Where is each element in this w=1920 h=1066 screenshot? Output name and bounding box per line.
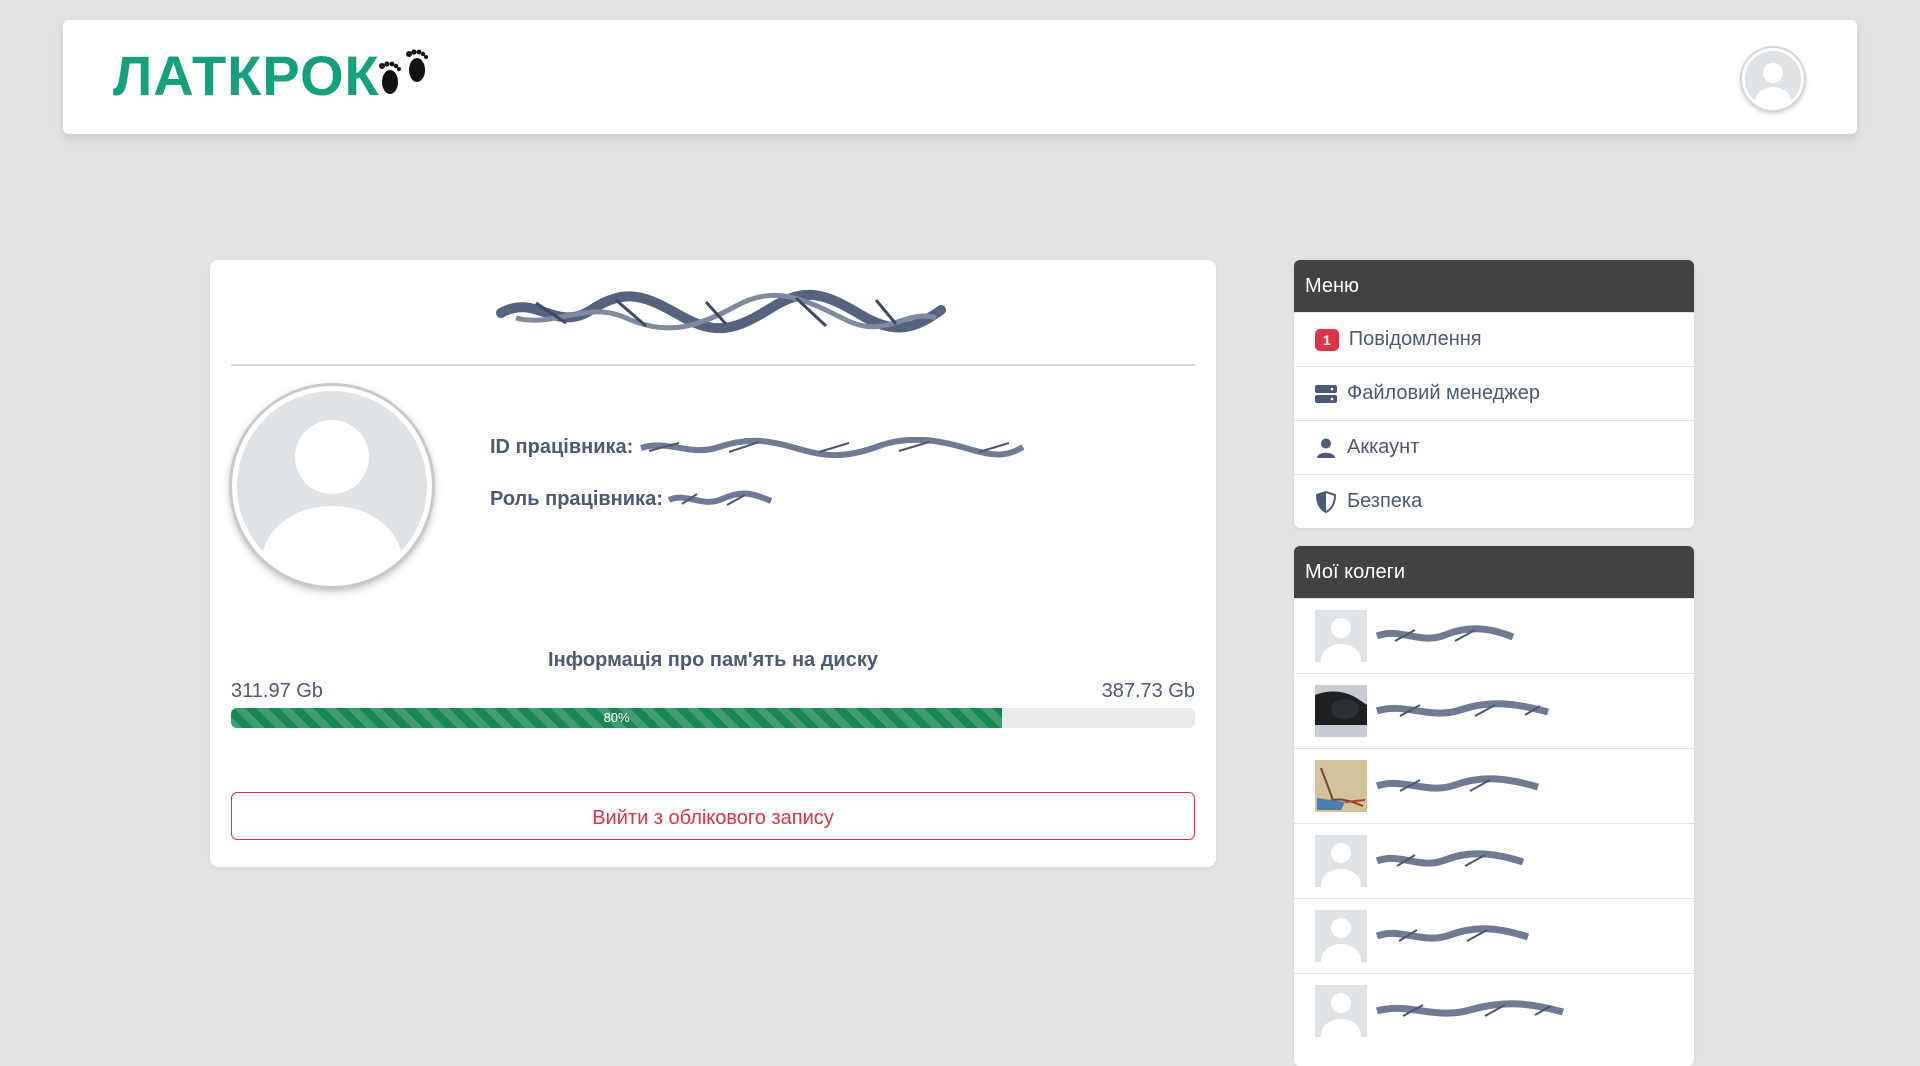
logout-button[interactable]: Вийти з облікового запису [231,792,1195,840]
redacted-employee-role [667,490,773,506]
colleague-item[interactable] [1294,823,1694,898]
colleague-item[interactable] [1294,598,1694,673]
menu-panel-title: Меню [1294,260,1694,312]
profile-card-header [231,260,1195,366]
colleague-avatar [1315,835,1367,887]
employee-id-label: ID працівника: [490,436,634,458]
user-placeholder-icon [262,420,402,581]
user-placeholder-icon [1321,993,1361,1037]
colleagues-panel-title: Мої колеги [1294,546,1694,598]
colleague-item[interactable] [1294,748,1694,823]
colleagues-panel: Мої колеги [1294,546,1694,1066]
redacted-colleague-name [1375,850,1525,867]
user-avatar-button[interactable] [1742,48,1804,110]
dark-animal-photo-icon [1315,685,1367,737]
disk-info-title: Інформація про пам'ять на диску [548,649,878,671]
colleague-item[interactable] [1294,673,1694,748]
employee-id-row: ID працівника: [490,436,1025,459]
redacted-name [496,289,946,334]
user-placeholder-icon [1321,918,1361,962]
menu-panel: Меню 1 Повідомлення Файловий менеджер Ак… [1294,260,1694,528]
colleague-item[interactable] [1294,898,1694,973]
colleague-avatar [1315,910,1367,962]
user-placeholder-icon [1321,843,1361,887]
redacted-colleague-name [1375,925,1530,942]
colleague-photo [1315,760,1367,812]
user-icon [1315,437,1337,459]
messages-count-badge: 1 [1315,328,1339,351]
user-placeholder-icon [1321,618,1361,662]
profile-avatar [232,386,432,586]
menu-item-file-manager[interactable]: Файловий менеджер [1294,366,1694,420]
redacted-colleague-name [1375,700,1549,717]
menu-item-label: Безпека [1347,490,1423,512]
colleague-item[interactable] [1294,973,1694,1048]
disk-usage-progress-bar: 80% [231,708,1003,728]
profile-card: ID працівника: Роль працівника: Інформац… [210,260,1216,867]
colleague-avatar [1315,610,1367,662]
menu-item-label: Аккаунт [1347,436,1420,458]
colleague-photo [1315,685,1367,737]
shield-icon [1315,490,1337,513]
menu-item-label: Файловий менеджер [1347,382,1540,404]
sketch-photo-icon [1315,760,1367,812]
colleague-avatar [1315,985,1367,1037]
baby-feet-icon [378,49,428,94]
menu-item-security[interactable]: Безпека [1294,474,1694,528]
redacted-colleague-name [1375,1000,1564,1017]
disk-total: 387.73 Gb [1101,680,1195,702]
disk-used: 311.97 Gb [231,680,323,702]
disk-usage-progress: 80% [231,708,1195,728]
menu-item-messages[interactable]: 1 Повідомлення [1294,312,1694,366]
redacted-colleague-name [1375,625,1515,642]
top-navbar: ЛАТКРОК [63,20,1857,134]
menu-item-label: Повідомлення [1348,328,1482,350]
user-placeholder-icon [1755,63,1791,107]
redacted-employee-id [640,436,1025,458]
logo-text: ЛАТКРОК [113,44,380,107]
server-icon [1315,383,1337,405]
employee-role-row: Роль працівника: [490,488,773,511]
menu-item-account[interactable]: Аккаунт [1294,420,1694,474]
redacted-colleague-name [1375,775,1539,792]
employee-role-label: Роль працівника: [490,488,663,510]
brand-logo[interactable]: ЛАТКРОК [113,48,436,104]
